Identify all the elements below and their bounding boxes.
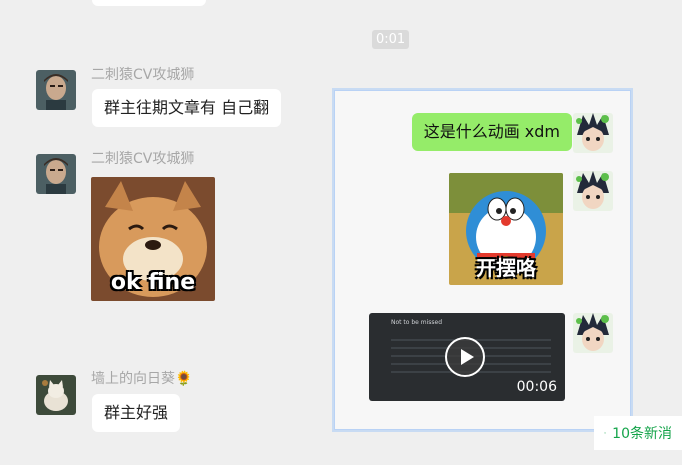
avatar[interactable] [36,375,76,415]
user-avatar-icon [36,70,76,110]
sticker-image[interactable]: 开摆咯 [449,173,563,285]
chat-preview-panel: 这是什么动画 xdm 开摆咯 Not to be missed 00:06 [334,90,631,430]
play-button-icon[interactable] [445,337,485,377]
double-chevron-down-icon [604,432,606,434]
sunflower-icon: 🌻 [175,371,193,387]
new-messages-label: 10条新消 [612,426,672,442]
sender-name: 墙上的向日葵🌻 [91,368,192,388]
message-bubble[interactable]: 群主往期文章有 自己翻 [92,89,282,127]
video-message[interactable]: Not to be missed 00:06 [369,313,565,401]
avatar-self[interactable] [573,113,613,153]
sticker-caption: ok fine [110,270,196,295]
sender-name-text: 墙上的向日葵 [91,371,175,387]
anime-avatar-icon [573,113,613,153]
video-header-text: Not to be missed [391,319,443,326]
video-duration: 00:06 [516,379,557,395]
avatar[interactable] [36,154,76,194]
clipped-bubble-top [92,0,206,6]
user-avatar-icon [36,154,76,194]
sticker-image[interactable]: ok fine [91,177,215,301]
message-bubble-self[interactable]: 这是什么动画 xdm [411,113,572,151]
sticker-caption: 开摆咯 [476,256,536,280]
cat-avatar-icon [36,375,76,415]
avatar-self[interactable] [573,313,613,353]
sender-name: 二刺猿CV攻城狮 [91,151,195,167]
anime-avatar-icon [573,313,613,353]
anime-avatar-icon [573,171,613,211]
message-bubble[interactable]: 群主好强 [92,394,181,432]
new-messages-button[interactable]: 10条新消 [594,416,682,450]
avatar-self[interactable] [573,171,613,211]
timestamp-chip: 0:01 [372,30,410,49]
avatar[interactable] [36,70,76,110]
sender-name: 二刺猿CV攻城狮 [91,67,195,83]
